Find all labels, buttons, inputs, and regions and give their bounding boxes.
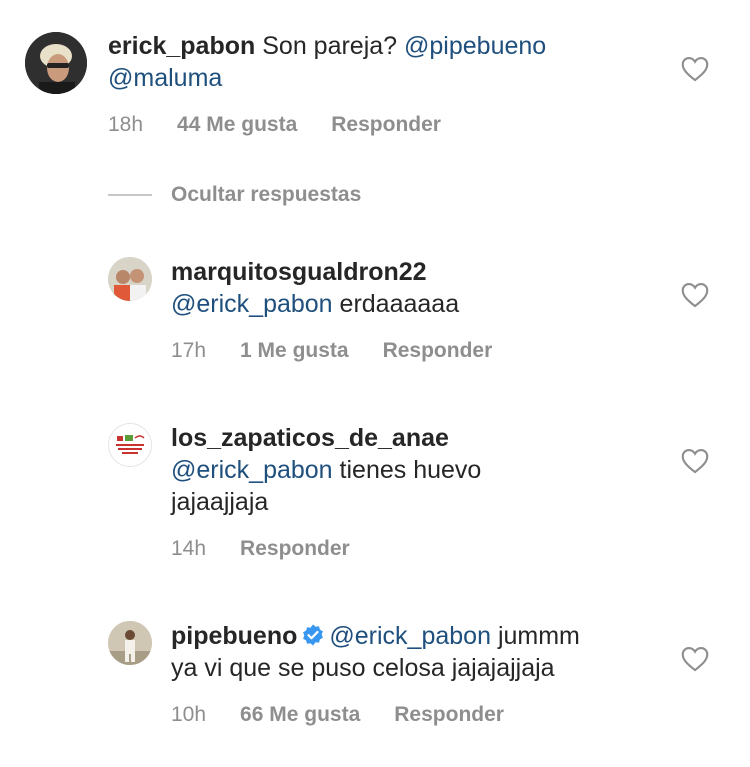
avatar[interactable] [108, 621, 152, 665]
avatar[interactable] [108, 257, 152, 301]
avatar[interactable] [25, 32, 87, 94]
heart-outline-icon[interactable] [681, 448, 709, 474]
verified-badge-icon [303, 624, 324, 646]
comment-text: erdaaaaaa [339, 290, 460, 318]
logo-avatar [109, 424, 151, 466]
mention-link[interactable]: @erick_pabon [171, 290, 333, 318]
hide-replies-label: Ocultar respuestas [171, 183, 362, 206]
username[interactable]: marquitosgualdron22 [171, 258, 427, 286]
likes-count[interactable]: 66 Me gusta [240, 703, 360, 727]
comment-meta: 18h 44 Me gusta Responder [108, 113, 475, 137]
reply-button[interactable]: Responder [383, 339, 493, 363]
comment-meta: 17h 1 Me gusta Responder [171, 339, 526, 363]
username[interactable]: los_zapaticos_de_anae [171, 424, 449, 452]
comment-text: jummm [497, 622, 580, 650]
comment-meta: 10h 66 Me gusta Responder [171, 703, 538, 727]
comment-text: jajaajjaja [171, 488, 269, 516]
divider [108, 194, 152, 196]
reply-button[interactable]: Responder [240, 537, 350, 561]
username[interactable]: pipebueno [171, 622, 297, 650]
reply-button[interactable]: Responder [331, 113, 441, 137]
mention-link[interactable]: @erick_pabon [329, 622, 491, 650]
likes-count[interactable]: 1 Me gusta [240, 339, 349, 363]
timestamp: 10h [171, 703, 207, 726]
heart-outline-icon[interactable] [681, 282, 709, 308]
timestamp: 14h [171, 537, 207, 560]
mention-link[interactable]: @maluma [108, 64, 222, 92]
comment-body: pipebueno @erick_pabon jummm ya vi que s… [171, 620, 651, 684]
comment-text: Son pareja? [262, 32, 398, 60]
avatar-photo [108, 621, 152, 665]
comment-body: los_zapaticos_de_anae @erick_pabon tiene… [171, 422, 651, 518]
comment-text: tienes huevo [339, 456, 482, 484]
mention-link[interactable]: @pipebueno [404, 32, 546, 60]
comment-text: ya vi que se puso celosa jajajajjaja [171, 654, 555, 682]
comment-body: erick_pabon Son pareja? @pipebueno @malu… [108, 30, 668, 94]
avatar-photo [108, 257, 152, 301]
mention-link[interactable]: @erick_pabon [171, 456, 333, 484]
hide-replies-toggle[interactable]: Ocultar respuestas [108, 183, 361, 207]
reply-button[interactable]: Responder [394, 703, 504, 727]
timestamp: 18h [108, 113, 144, 136]
comment-meta: 14h Responder [171, 537, 384, 561]
timestamp: 17h [171, 339, 207, 362]
heart-outline-icon[interactable] [681, 56, 709, 82]
avatar[interactable] [108, 423, 152, 467]
avatar-photo [25, 32, 87, 94]
comment-body: marquitosgualdron22 @erick_pabon erdaaaa… [171, 256, 651, 320]
likes-count[interactable]: 44 Me gusta [177, 113, 297, 137]
username[interactable]: erick_pabon [108, 32, 255, 60]
heart-outline-icon[interactable] [681, 646, 709, 672]
